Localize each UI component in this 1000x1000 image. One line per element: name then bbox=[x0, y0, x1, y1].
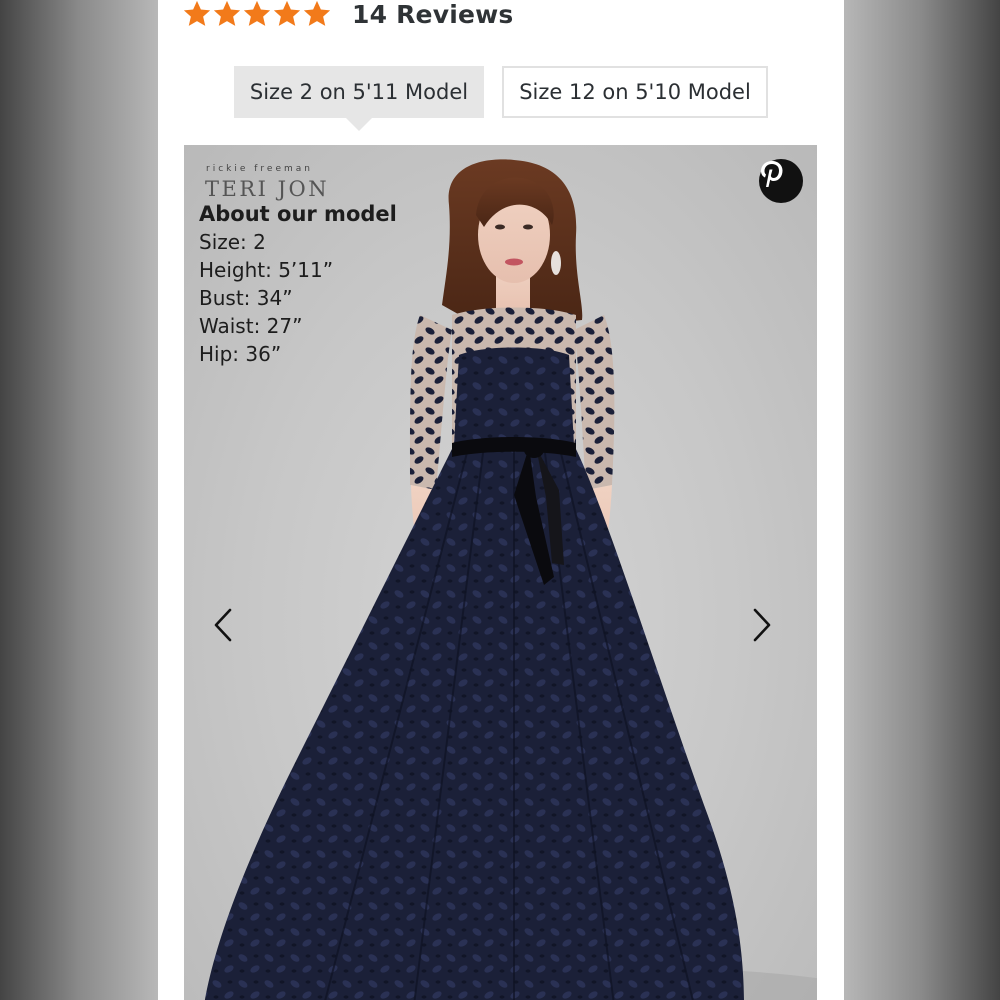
next-image-button[interactable] bbox=[751, 607, 787, 651]
brand-logo: TERI JON bbox=[205, 177, 330, 201]
model-info-size: Size: 2 bbox=[199, 230, 266, 254]
model-info-height: Height: 5’11” bbox=[199, 258, 334, 282]
pinterest-icon[interactable] bbox=[759, 159, 803, 203]
product-card: 14 Reviews Size 2 on 5'11 Model Size 12 … bbox=[158, 0, 844, 1000]
model-info-title: About our model bbox=[199, 202, 397, 226]
chevron-right-icon bbox=[753, 608, 771, 642]
model-info-hip: Hip: 36” bbox=[199, 342, 282, 366]
star-icon bbox=[243, 0, 271, 26]
product-photo[interactable]: rickie freeman TERI JON About our model … bbox=[184, 145, 817, 1000]
star-icon bbox=[213, 0, 241, 26]
model-info-bust: Bust: 34” bbox=[199, 286, 293, 310]
star-icon bbox=[183, 0, 211, 26]
star-rating bbox=[182, 0, 332, 29]
star-icon bbox=[303, 0, 331, 26]
tab-size-2-model[interactable]: Size 2 on 5'11 Model bbox=[234, 66, 484, 131]
model-info-waist: Waist: 27” bbox=[199, 314, 303, 338]
backdrop-right bbox=[842, 0, 1000, 1000]
model-size-tabs: Size 2 on 5'11 Model Size 12 on 5'10 Mod… bbox=[234, 66, 768, 131]
rating-row[interactable]: 14 Reviews bbox=[182, 0, 514, 34]
reviews-link[interactable]: 14 Reviews bbox=[352, 0, 514, 29]
model-info-panel: About our model Size: 2 Height: 5’11” Bu… bbox=[199, 200, 397, 368]
tab-size-12-model[interactable]: Size 12 on 5'10 Model bbox=[502, 66, 768, 118]
brand-subtitle: rickie freeman bbox=[206, 164, 313, 174]
pinterest-glyph bbox=[761, 161, 783, 187]
prev-image-button[interactable] bbox=[212, 607, 248, 651]
backdrop-left bbox=[0, 0, 158, 1000]
chevron-left-icon bbox=[214, 608, 232, 642]
star-icon bbox=[273, 0, 301, 26]
